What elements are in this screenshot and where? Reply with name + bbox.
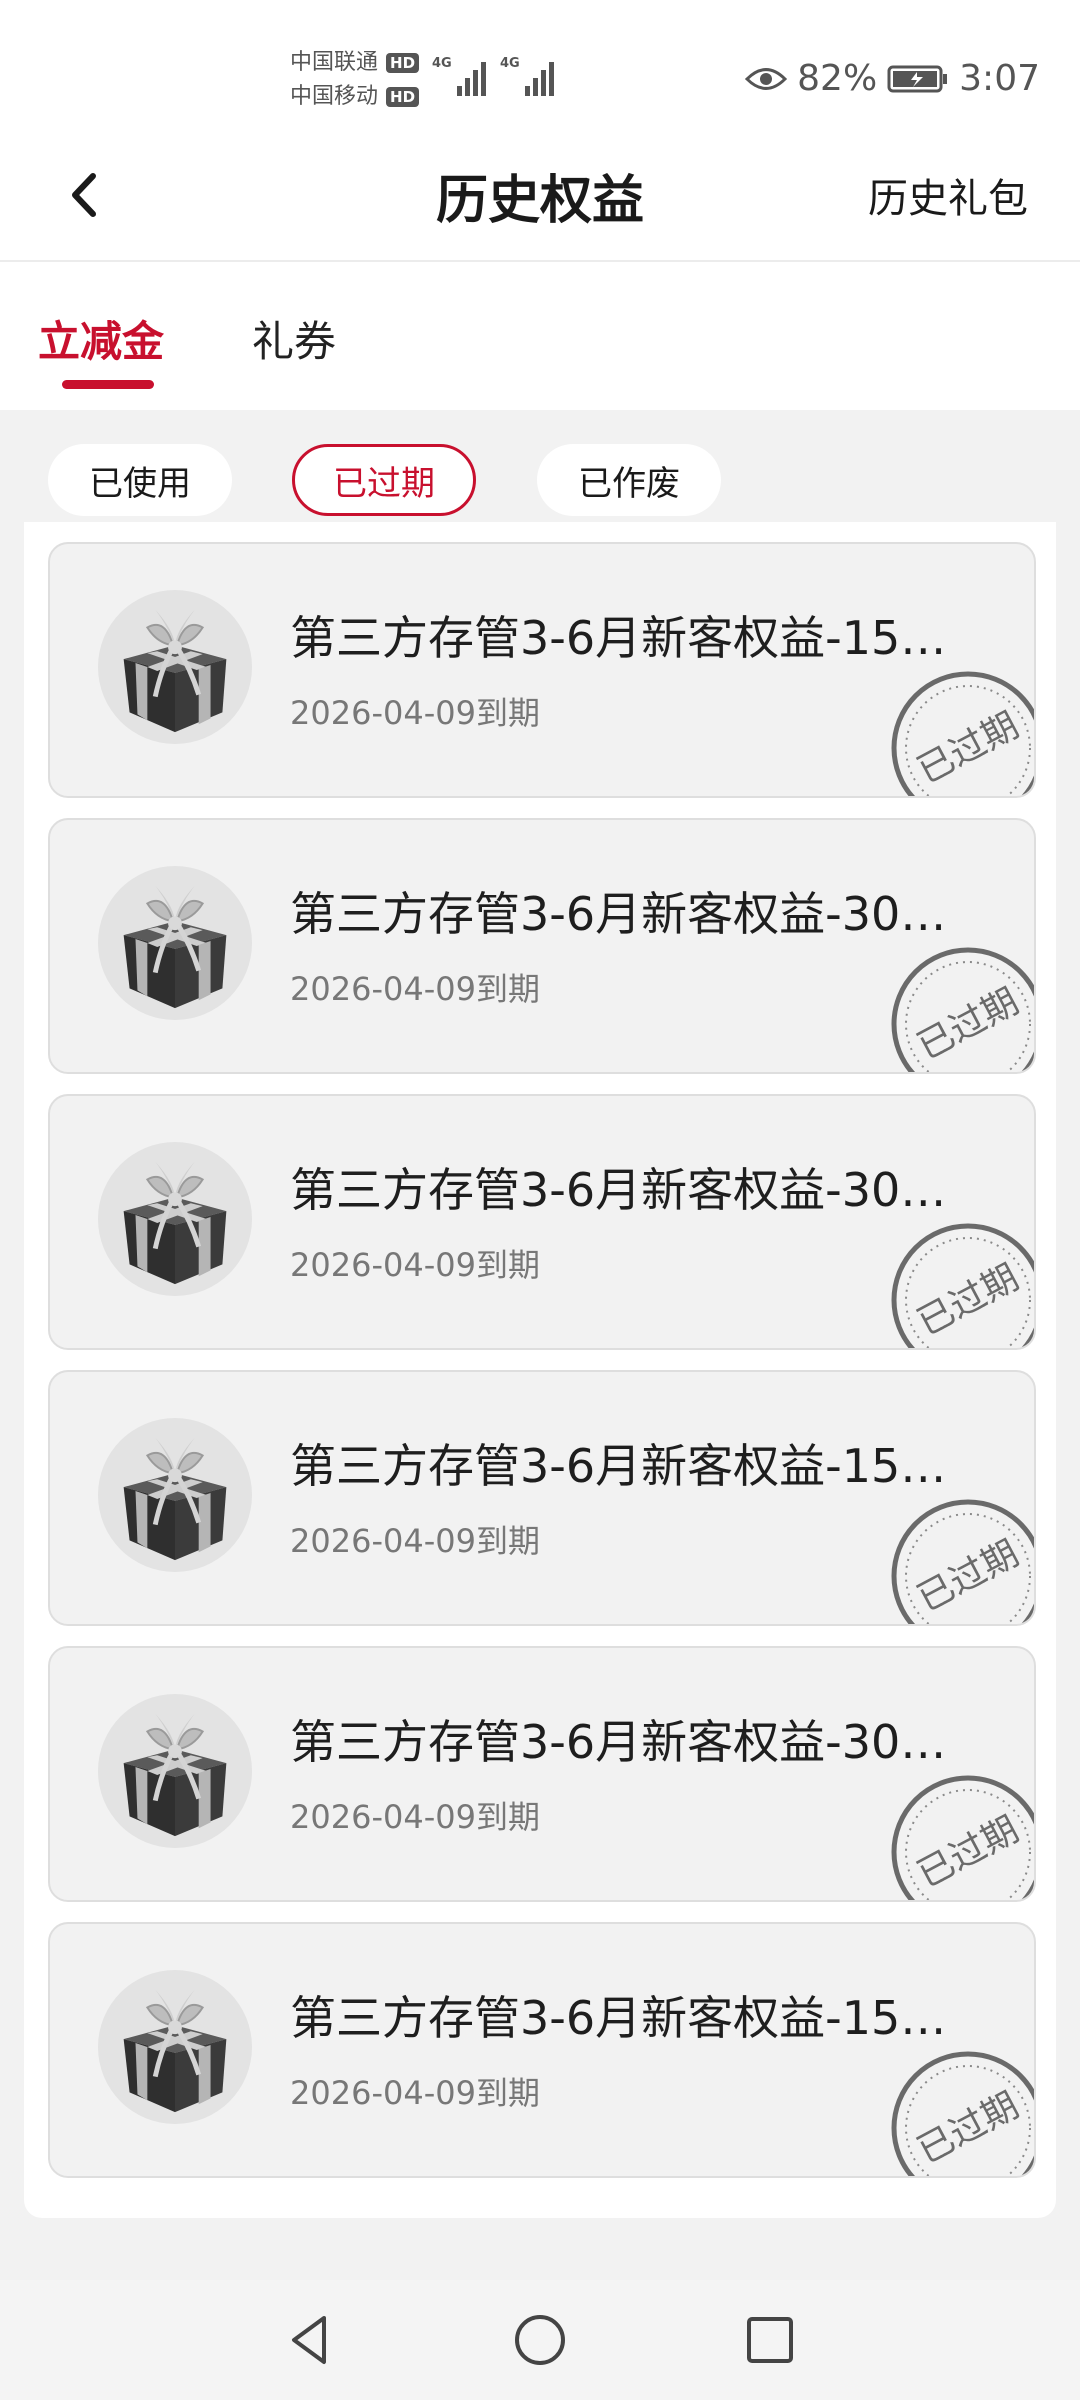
carrier-info: 中国联通 HD 中国移动 HD	[290, 46, 420, 114]
battery-charging-icon	[887, 65, 948, 92]
coupon-expiry: 2026-04-09到期	[290, 2074, 540, 2112]
coupon-card[interactable]: 第三方存管3-6月新客权益-30… 2026-04-09到期 已过期	[48, 1646, 1036, 1902]
expired-stamp-label: 已过期	[911, 1533, 1026, 1620]
hd-badge: HD	[386, 87, 420, 107]
gift-box-icon	[97, 865, 253, 1021]
filter-void-chip[interactable]: 已作废	[537, 444, 721, 516]
coupon-card[interactable]: 第三方存管3-6月新客权益-15… 2026-04-09到期 已过期	[48, 1370, 1036, 1626]
coupon-card[interactable]: 第三方存管3-6月新客权益-30… 2026-04-09到期 已过期	[48, 818, 1036, 1074]
tab-instant-discount[interactable]: 立减金	[38, 308, 164, 369]
coupon-title: 第三方存管3-6月新客权益-30…	[290, 1163, 947, 1217]
coupon-expiry: 2026-04-09到期	[290, 694, 540, 732]
hd-badge: HD	[386, 53, 420, 73]
coupon-expiry: 2026-04-09到期	[290, 1522, 540, 1560]
system-nav-bar	[0, 2280, 1080, 2400]
expired-stamp: 已过期	[891, 1499, 1034, 1624]
home-circle-icon[interactable]	[510, 2310, 570, 2370]
coupon-title: 第三方存管3-6月新客权益-30…	[290, 1715, 947, 1769]
tab-coupons[interactable]: 礼券	[252, 308, 336, 369]
expired-stamp: 已过期	[891, 1775, 1034, 1900]
expired-stamp-label: 已过期	[911, 705, 1026, 792]
status-right: 82% 3:07	[745, 58, 1040, 99]
coupon-title: 第三方存管3-6月新客权益-15…	[290, 611, 947, 665]
coupon-title: 第三方存管3-6月新客权益-15…	[290, 1991, 947, 2045]
expired-stamp-label: 已过期	[911, 2085, 1026, 2172]
app-header: 历史权益 历史礼包	[0, 130, 1080, 262]
gift-box-icon	[97, 1969, 253, 2125]
filter-expired-chip[interactable]: 已过期	[292, 444, 476, 516]
expired-stamp-label: 已过期	[911, 981, 1026, 1068]
coupon-card[interactable]: 第三方存管3-6月新客权益-15… 2026-04-09到期 已过期	[48, 542, 1036, 798]
eye-icon	[745, 67, 788, 90]
clock: 3:07	[959, 58, 1040, 99]
gift-box-icon	[97, 1417, 253, 1573]
expired-stamp: 已过期	[891, 947, 1034, 1072]
coupon-card[interactable]: 第三方存管3-6月新客权益-30… 2026-04-09到期 已过期	[48, 1094, 1036, 1350]
expired-stamp: 已过期	[891, 1223, 1034, 1348]
carrier-2-label: 中国移动	[290, 84, 379, 109]
back-triangle-icon[interactable]	[280, 2310, 340, 2370]
coupon-expiry: 2026-04-09到期	[290, 1246, 540, 1284]
coupon-title: 第三方存管3-6月新客权益-30…	[290, 887, 947, 941]
carrier-1-label: 中国联通	[290, 50, 379, 75]
coupon-list: 第三方存管3-6月新客权益-15… 2026-04-09到期 已过期 第三方存管…	[24, 522, 1056, 2218]
status-bar: 中国联通 HD 中国移动 HD 4G 4G 82% 3:07	[0, 0, 1080, 130]
gift-box-icon	[97, 589, 253, 745]
coupon-expiry: 2026-04-09到期	[290, 1798, 540, 1836]
gift-box-icon	[97, 1693, 253, 1849]
gift-box-icon	[97, 1141, 253, 1297]
coupon-card[interactable]: 第三方存管3-6月新客权益-15… 2026-04-09到期 已过期	[48, 1922, 1036, 2178]
signal-icon: 4G	[432, 56, 486, 96]
active-tab-indicator	[62, 380, 154, 389]
signal-icon: 4G	[500, 56, 554, 96]
coupon-title: 第三方存管3-6月新客权益-15…	[290, 1439, 947, 1493]
expired-stamp-label: 已过期	[911, 1809, 1026, 1896]
gift-history-link[interactable]: 历史礼包	[868, 166, 1028, 224]
signal-indicators: 4G 4G	[432, 56, 554, 96]
expired-stamp-label: 已过期	[911, 1257, 1026, 1344]
network-type-label: 4G	[500, 56, 520, 71]
tab-bar: 立减金 礼券	[0, 262, 1080, 410]
filter-used-chip[interactable]: 已使用	[48, 444, 232, 516]
coupon-expiry: 2026-04-09到期	[290, 970, 540, 1008]
recents-square-icon[interactable]	[740, 2310, 800, 2370]
expired-stamp: 已过期	[891, 671, 1034, 796]
network-type-label: 4G	[432, 56, 452, 71]
battery-percent: 82%	[797, 58, 878, 99]
expired-stamp: 已过期	[891, 2051, 1034, 2176]
